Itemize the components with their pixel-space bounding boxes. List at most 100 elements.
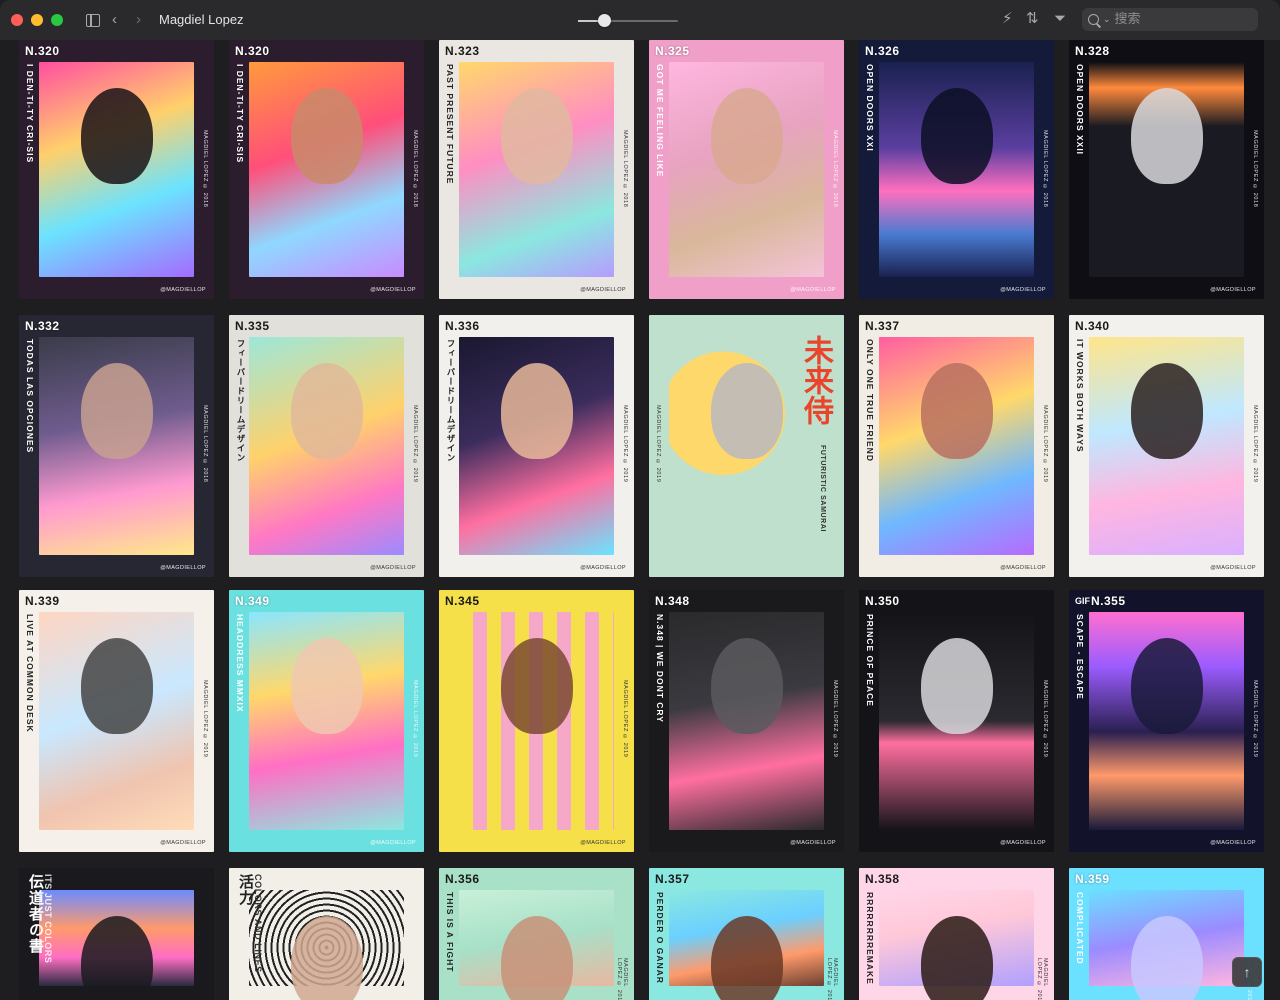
poster-handle: @MAGDIELLOP [370,565,416,571]
scroll-to-top-button[interactable]: ↑ [1232,957,1262,987]
poster-figure [501,638,573,734]
thumbnail-card[interactable]: N.345 MAGDIEL LOPEZ © 2019 @MAGDIELLOP [439,590,634,852]
poster-handle: @MAGDIELLOP [1000,840,1046,846]
poster-number: N.356 [445,872,480,886]
thumbnail-card[interactable]: N.358 RRRRRRRREMAKE MAGDIEL LOPEZ © 2019 [859,868,1054,1000]
sidebar-toggle-icon[interactable] [86,14,100,27]
search-box[interactable]: ⌄ [1082,8,1258,31]
thumbnail-card[interactable]: N.356 THIS IS A FIGHT MAGDIEL LOPEZ © 2019 [439,868,634,1000]
poster-side-credit: MAGDIEL LOPEZ © 2018 [412,130,418,208]
poster-side-credit: MAGDIEL LOPEZ © 2019 [1042,680,1048,758]
poster-side-credit: MAGDIEL LOPEZ © 2019 [826,958,838,1000]
thumbnail-card[interactable]: 活力 COLORS AND LINES [229,868,424,1000]
poster-number: N.320 [235,44,270,58]
thumbnail-card[interactable]: N.336 フィーバードリームデザイン MAGDIEL LOPEZ © 2019 @M… [439,315,634,577]
poster-title: I DEN-TI-TY CRI-SIS [25,64,35,164]
poster-side-credit: MAGDIEL LOPEZ © 2019 [202,680,208,758]
poster-number: N.355 [1091,594,1126,608]
poster-side-credit: MAGDIEL LOPEZ © 2019 [412,680,418,758]
thumbnail-card[interactable]: N.325 GOT ME FEELING LIKE MAGDIEL LOPEZ © … [649,40,844,299]
poster-figure [291,638,363,734]
thumbnail-card[interactable]: N.350 PRINCE OF PEACE MAGDIEL LOPEZ © 2019… [859,590,1054,852]
zoom-slider-knob[interactable] [598,14,611,27]
thumbnail-card[interactable]: N.355 GIF SCAPE - ESCAPE MAGDIEL LOPEZ © 20… [1069,590,1264,852]
poster-figure [1131,638,1203,734]
poster-handle: @MAGDIELLOP [580,565,626,571]
poster-number: N.359 [1075,872,1110,886]
filter-funnel-icon[interactable]: ⏷ [1054,10,1066,28]
zoom-window-button[interactable] [51,14,63,26]
thumbnail-card[interactable]: N.320 I DEN-TI-TY CRI-SIS MAGDIEL LOPEZ © … [19,40,214,299]
poster-figure [921,363,993,459]
thumbnail-card[interactable]: N.337 ONLY ONE TRUE FRIEND MAGDIEL LOPEZ ©… [859,315,1054,577]
poster-figure [921,88,993,184]
thumbnail-card[interactable]: N.328 OPEN DOORS XXII MAGDIEL LOPEZ © 2018… [1069,40,1264,299]
poster-title: TODAS LAS OPCIONES [25,339,35,454]
thumbnail-card[interactable]: N.335 フィーバードリームデザイン MAGDIEL LOPEZ © 2019 @M… [229,315,424,577]
minimize-window-button[interactable] [31,14,43,26]
poster-number: N.339 [25,594,60,608]
poster-number: N.320 [25,44,60,58]
poster-handle: @MAGDIELLOP [160,840,206,846]
back-chevron-icon[interactable]: ‹ [112,11,117,29]
search-input[interactable] [1114,12,1245,27]
poster-side-credit: MAGDIEL LOPEZ © 2019 [1252,680,1258,758]
poster-side-credit: MAGDIEL LOPEZ © 2019 [412,405,418,483]
poster-handle: @MAGDIELLOP [1210,287,1256,293]
thumbnail-card[interactable]: N.348 N.348 | WE DONT CRY MAGDIEL LOPEZ © … [649,590,844,852]
poster-subtitle: FUTURISTIC SAMURAI [819,445,826,533]
poster-side-credit: MAGDIEL LOPEZ © 2019 [832,680,838,758]
poster-handle: @MAGDIELLOP [370,840,416,846]
thumbnail-card[interactable]: N.339 LIVE AT COMMON DESK MAGDIEL LOPEZ © … [19,590,214,852]
poster-figure [291,363,363,459]
poster-title: OPEN DOORS XXI [865,64,875,152]
thumbnail-card[interactable]: N.349 HEADDRESS MMXIX MAGDIEL LOPEZ © 2019… [229,590,424,852]
thumbnail-card[interactable]: 未来侍 FUTURISTIC SAMURAI MAGDIEL LOPEZ © 201… [649,315,844,577]
poster-title: THIS IS A FIGHT [445,892,455,973]
poster-number: N.345 [445,594,480,608]
poster-figure [921,638,993,734]
poster-number: N.348 [655,594,690,608]
thumbnail-card[interactable]: N.357 PERDER O GANAR MAGDIEL LOPEZ © 2019 [649,868,844,1000]
thumbnail-card[interactable]: N.320 I DEN-TI-TY CRI-SIS MAGDIEL LOPEZ © … [229,40,424,299]
poster-number: N.357 [655,872,690,886]
poster-number: N.340 [1075,319,1110,333]
poster-title: I DEN-TI-TY CRI-SIS [235,64,245,164]
poster-handle: @MAGDIELLOP [580,840,626,846]
poster-number: N.350 [865,594,900,608]
poster-figure [1131,88,1203,184]
poster-side-credit: MAGDIEL LOPEZ © 2019 [622,405,628,483]
poster-side-credit: MAGDIEL LOPEZ © 2019 [1042,405,1048,483]
poster-number: N.326 [865,44,900,58]
poster-figure [711,638,783,734]
thumbnail-card[interactable]: N.332 TODAS LAS OPCIONES MAGDIEL LOPEZ © 2… [19,315,214,577]
poster-number: N.332 [25,319,60,333]
sort-icon[interactable]: ⇅ [1026,10,1039,28]
thumbnail-card[interactable]: 伝道者の書 ITS JUST COLORS [19,868,214,1000]
poster-subtitle: COLORS AND LINES [253,874,263,973]
poster-handle: @MAGDIELLOP [1210,565,1256,571]
poster-kanji: 未来侍 [798,335,833,425]
lightning-bolt-icon[interactable]: ⚡︎ [1002,10,1013,28]
poster-number: N.325 [655,44,690,58]
poster-figure [81,363,153,459]
thumbnail-card[interactable]: N.323 PAST PRESENT FUTURE MAGDIEL LOPEZ © … [439,40,634,299]
thumbnail-card[interactable]: N.340 IT WORKS BOTH WAYS MAGDIEL LOPEZ © 2… [1069,315,1264,577]
poster-number: N.337 [865,319,900,333]
poster-handle: @MAGDIELLOP [1210,840,1256,846]
window-title: Magdiel Lopez [159,12,244,27]
zoom-slider[interactable] [578,14,678,27]
poster-side-credit: MAGDIEL LOPEZ © 2018 [1042,130,1048,208]
poster-title: PAST PRESENT FUTURE [445,64,455,185]
poster-title: ONLY ONE TRUE FRIEND [865,339,875,462]
poster-title: PRINCE OF PEACE [865,614,875,707]
poster-figure [711,88,783,184]
poster-title: OPEN DOORS XXII [1075,64,1085,156]
poster-handle: @MAGDIELLOP [1000,565,1046,571]
chevron-down-icon[interactable]: ⌄ [1103,14,1111,25]
poster-title: HEADDRESS MMXIX [235,614,245,713]
thumbnail-card[interactable]: N.326 OPEN DOORS XXI MAGDIEL LOPEZ © 2018 @… [859,40,1054,299]
poster-handle: @MAGDIELLOP [1000,287,1046,293]
forward-chevron-icon[interactable]: › [136,11,141,29]
close-window-button[interactable] [11,14,23,26]
